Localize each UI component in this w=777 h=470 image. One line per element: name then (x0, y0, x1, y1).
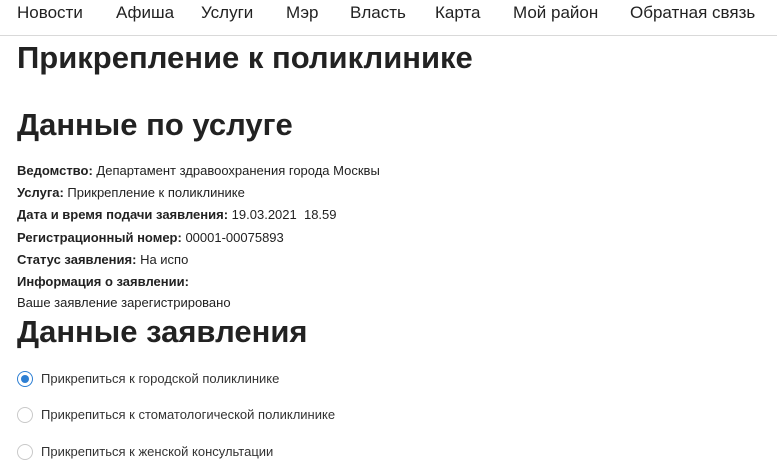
top-navigation: Новости Афиша Услуги Мэр Власть Карта Мо… (0, 0, 777, 36)
radio-unselected-icon[interactable] (17, 407, 33, 423)
field-department: Ведомство: Департамент здравоохранения г… (17, 163, 380, 179)
option-womens-consultation[interactable]: Прикрепиться к женской консультации (17, 442, 273, 462)
field-submission-datetime-value: 19.03.2021 18.59 (231, 207, 337, 222)
page: Новости Афиша Услуги Мэр Власть Карта Мо… (0, 0, 777, 470)
field-application-status-label: Статус заявления: (17, 252, 137, 267)
nav-item-government[interactable]: Власть (350, 2, 406, 24)
field-service: Услуга: Прикрепление к поликлинике (17, 185, 245, 201)
field-application-info: Информация о заявлении: (17, 274, 189, 290)
option-womens-consultation-label: Прикрепиться к женской консультации (41, 444, 274, 459)
service-data-heading: Данные по услуге (17, 107, 293, 142)
application-data-heading: Данные заявления (17, 314, 308, 349)
nav-item-mayor[interactable]: Мэр (286, 2, 318, 24)
field-submission-datetime-label: Дата и время подачи заявления: (17, 207, 229, 222)
radio-unselected-icon[interactable] (17, 444, 33, 460)
field-registration-number-label: Регистрационный номер: (17, 230, 182, 245)
field-service-value: Прикрепление к поликлинике (67, 185, 245, 200)
option-dental-clinic[interactable]: Прикрепиться к стоматологической поликли… (17, 405, 335, 425)
field-application-status: Статус заявления: На испо (17, 252, 188, 268)
option-city-clinic[interactable]: Прикрепиться к городской поликлинике (17, 369, 279, 389)
nav-item-map[interactable]: Карта (435, 2, 481, 24)
nav-item-news[interactable]: Новости (17, 2, 83, 24)
page-title: Прикрепление к поликлинике (17, 40, 473, 75)
nav-item-services[interactable]: Услуги (201, 2, 253, 24)
radio-selected-icon[interactable] (17, 371, 33, 387)
option-city-clinic-label: Прикрепиться к городской поликлинике (41, 371, 280, 386)
field-submission-datetime: Дата и время подачи заявления: 19.03.202… (17, 207, 337, 223)
field-service-label: Услуга: (17, 185, 64, 200)
field-department-value: Департамент здравоохранения города Москв… (96, 163, 380, 178)
application-info-text: Ваше заявление зарегистрировано (17, 295, 231, 310)
field-department-label: Ведомство: (17, 163, 93, 178)
nav-item-feedback[interactable]: Обратная связь (630, 2, 755, 24)
nav-item-my-district[interactable]: Мой район (513, 2, 598, 24)
field-application-status-value: На испо (140, 252, 189, 267)
field-application-info-label: Информация о заявлении: (17, 274, 189, 289)
field-registration-number-value: 00001-00075893 (185, 230, 284, 245)
field-registration-number: Регистрационный номер: 00001-00075893 (17, 230, 284, 246)
nav-item-afisha[interactable]: Афиша (116, 2, 174, 24)
option-dental-clinic-label: Прикрепиться к стоматологической поликли… (41, 407, 336, 422)
